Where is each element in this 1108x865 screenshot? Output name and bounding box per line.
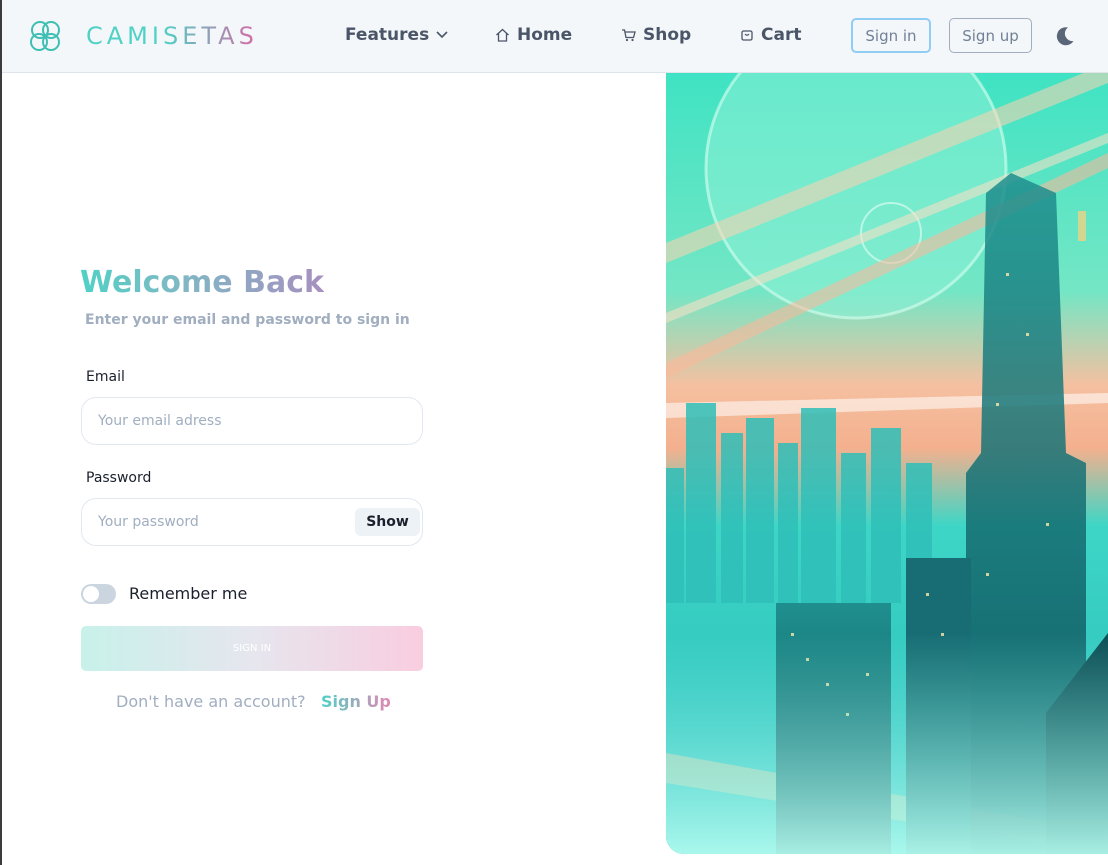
show-password-button[interactable]: Show [355, 508, 420, 536]
window-edge [0, 0, 2, 865]
nav-shop-label: Shop [643, 25, 692, 45]
no-account-text: Don't have an account? [116, 692, 306, 711]
top-navbar: CAMISETAS Features Home Shop Cart Sign i… [2, 0, 1108, 73]
hero-illustration [666, 73, 1108, 854]
email-label: Email [86, 369, 125, 385]
nav-home-label: Home [517, 25, 573, 45]
sign-up-link[interactable]: Sign Up [321, 692, 391, 711]
remember-me-label: Remember me [129, 584, 248, 603]
email-field[interactable] [81, 397, 423, 445]
page-subtitle: Enter your email and password to sign in [85, 312, 410, 328]
nav-features-label: Features [345, 25, 430, 45]
signin-nav-button[interactable]: Sign in [851, 18, 931, 53]
nav-shop[interactable]: Shop [621, 25, 691, 45]
nav-cart[interactable]: Cart [740, 25, 801, 45]
shopping-cart-icon [622, 29, 636, 42]
flower-logo-icon[interactable] [26, 17, 64, 55]
nav-cart-label: Cart [761, 25, 802, 45]
nav-features[interactable]: Features [345, 25, 448, 45]
nav-home[interactable]: Home [495, 25, 572, 45]
remember-me-toggle[interactable] [81, 584, 116, 604]
chevron-down-icon [436, 31, 448, 39]
home-icon [496, 28, 509, 42]
moon-icon[interactable] [1054, 25, 1076, 51]
brand-name[interactable]: CAMISETAS [86, 22, 258, 50]
password-label: Password [86, 470, 152, 486]
page-title: Welcome Back [80, 265, 324, 300]
sign-in-button[interactable]: SIGN IN [81, 626, 423, 671]
bag-icon [741, 30, 753, 41]
signup-nav-button[interactable]: Sign up [949, 18, 1032, 53]
